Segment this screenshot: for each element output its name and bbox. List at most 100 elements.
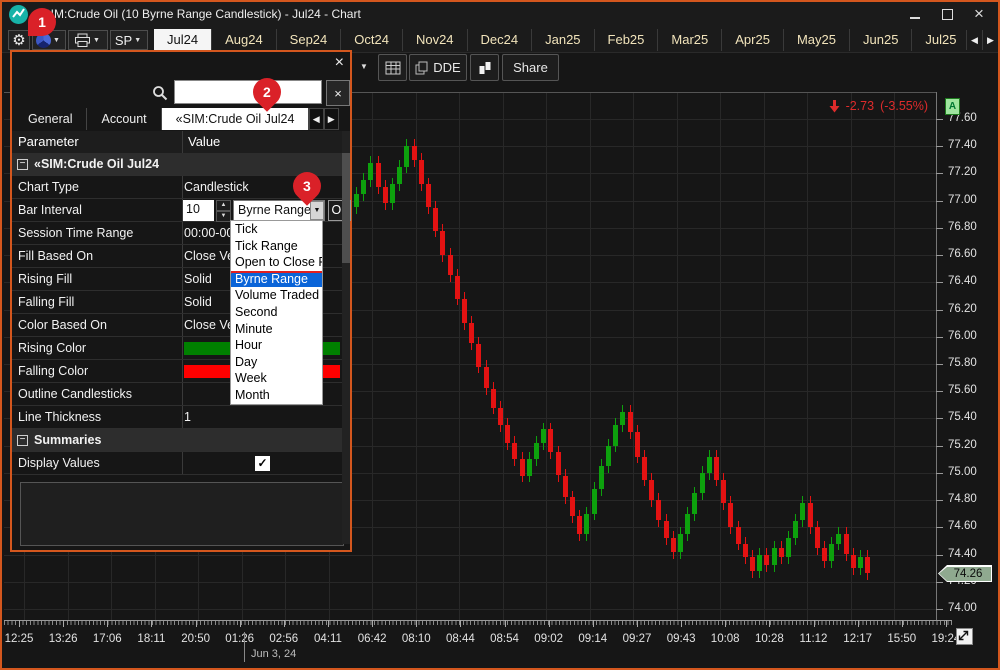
spinner-down-button[interactable]: ▼ (216, 211, 231, 222)
contract-tab-jan25[interactable]: Jan25 (532, 29, 594, 51)
dropdown-item-byrne-range[interactable]: Byrne Range (231, 271, 322, 288)
settings-gear-button[interactable]: ⚙ (8, 30, 30, 50)
price-tick (936, 582, 943, 583)
contract-tab-mar25[interactable]: Mar25 (658, 29, 722, 51)
chevron-down-icon: ▼ (93, 37, 100, 44)
search-input[interactable] (174, 80, 322, 104)
panel-close-button[interactable]: × (335, 54, 344, 72)
candle-body (527, 459, 532, 475)
candle-body (685, 514, 690, 534)
dropdown-item-volume-traded[interactable]: Volume Traded (231, 287, 322, 304)
contract-tab-dec24[interactable]: Dec24 (468, 29, 533, 51)
candle-body (476, 344, 481, 367)
dde-button[interactable]: DDE (409, 54, 467, 81)
contract-tab-aug24[interactable]: Aug24 (212, 29, 277, 51)
time-tick-label: 08:44 (438, 633, 482, 645)
param-row-display-values[interactable]: Display Values✓ (12, 452, 350, 475)
dropdown-item-tick[interactable]: Tick (231, 221, 322, 238)
panel-tab-general[interactable]: General (14, 108, 87, 130)
candle-body (584, 514, 589, 534)
contract-tab-apr25[interactable]: Apr25 (722, 29, 784, 51)
data-table-button[interactable] (378, 54, 407, 81)
app-logo-icon (9, 5, 28, 24)
dropdown-item-month[interactable]: Month (231, 387, 322, 404)
contract-tab-jun25[interactable]: Jun25 (850, 29, 912, 51)
toolbar-overflow-dropdown[interactable]: ▼ (354, 54, 374, 79)
v-gridline (633, 92, 634, 620)
time-tick (637, 620, 638, 627)
close-window-button[interactable]: × (968, 4, 990, 24)
price-tick (936, 201, 943, 202)
bar-type-select-arrow[interactable]: ▼ (310, 201, 324, 220)
collapse-icon[interactable]: − (17, 435, 28, 446)
collapse-icon[interactable]: − (17, 159, 28, 170)
tabs-scroll-right-button[interactable]: ▶ (982, 30, 998, 50)
autoscale-badge[interactable]: A (945, 98, 960, 115)
minimize-button[interactable] (904, 4, 926, 24)
v-gridline (851, 92, 852, 620)
time-tick-label: 12:25 (0, 633, 41, 645)
candle-body (664, 521, 669, 539)
contract-tab-may25[interactable]: May25 (784, 29, 850, 51)
time-tick (593, 620, 594, 627)
panel-tab--sim-crude-oil-jul24[interactable]: «SIM:Crude Oil Jul24 (162, 108, 309, 130)
panel-tab-account[interactable]: Account (87, 108, 161, 130)
time-axis-minor-ticks (4, 621, 952, 625)
price-tick-label: 74.40 (948, 548, 977, 560)
dropdown-item-day[interactable]: Day (231, 354, 322, 371)
param-label: Falling Fill (18, 295, 74, 309)
spinner-up-button[interactable]: ▲ (216, 200, 231, 211)
candle-body (412, 146, 417, 160)
candle-body (613, 425, 618, 445)
contract-tab-feb25[interactable]: Feb25 (595, 29, 659, 51)
dropdown-item-minute[interactable]: Minute (231, 321, 322, 338)
parameter-column-header: Parameter (18, 134, 79, 149)
panel-tabs-right-button[interactable]: ▶ (324, 108, 339, 130)
candle-body (707, 457, 712, 473)
candle-body (368, 163, 373, 181)
annotation-badge-1: 1 (28, 8, 56, 36)
param-row-line-thickness[interactable]: Line Thickness1 (12, 406, 350, 429)
search-clear-button[interactable]: × (326, 80, 350, 106)
param-row-bar-interval[interactable]: Bar Interval10▲▼Byrne Range▼Ok (12, 199, 350, 222)
title-bar: «SIM:Crude Oil (10 Byrne Range Candlesti… (2, 2, 998, 28)
bar-interval-input[interactable]: 10 (183, 200, 214, 221)
dropdown-item-open-to-close-range[interactable]: Open to Close Range (231, 254, 322, 271)
bar-interval-spinner[interactable]: ▲▼ (216, 200, 231, 221)
maximize-button[interactable] (936, 4, 958, 24)
contract-tab-oct24[interactable]: Oct24 (341, 29, 403, 51)
contract-tab-strip: Jul24Aug24Sep24Oct24Nov24Dec24Jan25Feb25… (154, 29, 966, 51)
tabs-scroll-left-button[interactable]: ◀ (966, 30, 982, 50)
contract-tab-jul24[interactable]: Jul24 (154, 29, 212, 51)
candle-body (390, 184, 395, 203)
price-tick (936, 609, 943, 610)
down-arrow-icon (829, 100, 840, 113)
contract-tab-jul25[interactable]: Jul25 (912, 29, 966, 51)
panel-tabs-left-button[interactable]: ◀ (309, 108, 324, 130)
candlestick-mode-button[interactable] (470, 54, 499, 81)
candlestick-icon (478, 60, 492, 76)
price-tick-label: 75.40 (948, 411, 977, 423)
candle-body (512, 443, 517, 459)
share-button[interactable]: Share (502, 54, 559, 81)
candle-body (656, 500, 661, 520)
candle-body (779, 548, 784, 558)
panel-scrollbar[interactable] (342, 131, 350, 544)
dropdown-item-hour[interactable]: Hour (231, 337, 322, 354)
dropdown-item-week[interactable]: Week (231, 370, 322, 387)
contract-tab-nov24[interactable]: Nov24 (403, 29, 468, 51)
dropdown-item-tick-range[interactable]: Tick Range (231, 238, 322, 255)
resize-handle[interactable] (956, 628, 973, 645)
contract-tab-sep24[interactable]: Sep24 (277, 29, 342, 51)
price-tick (936, 228, 943, 229)
h-gridline (4, 582, 936, 583)
time-tick-label: 02:56 (262, 633, 306, 645)
scrollbar-thumb[interactable] (342, 153, 350, 263)
checkbox[interactable]: ✓ (255, 456, 270, 471)
candle-body (548, 429, 553, 452)
print-button[interactable]: ▼ (68, 30, 108, 50)
candle-body (440, 231, 445, 256)
sp-menu-button[interactable]: SP ▼ (110, 30, 148, 50)
dropdown-item-second[interactable]: Second (231, 304, 322, 321)
chevron-down-icon: ▼ (360, 62, 368, 71)
